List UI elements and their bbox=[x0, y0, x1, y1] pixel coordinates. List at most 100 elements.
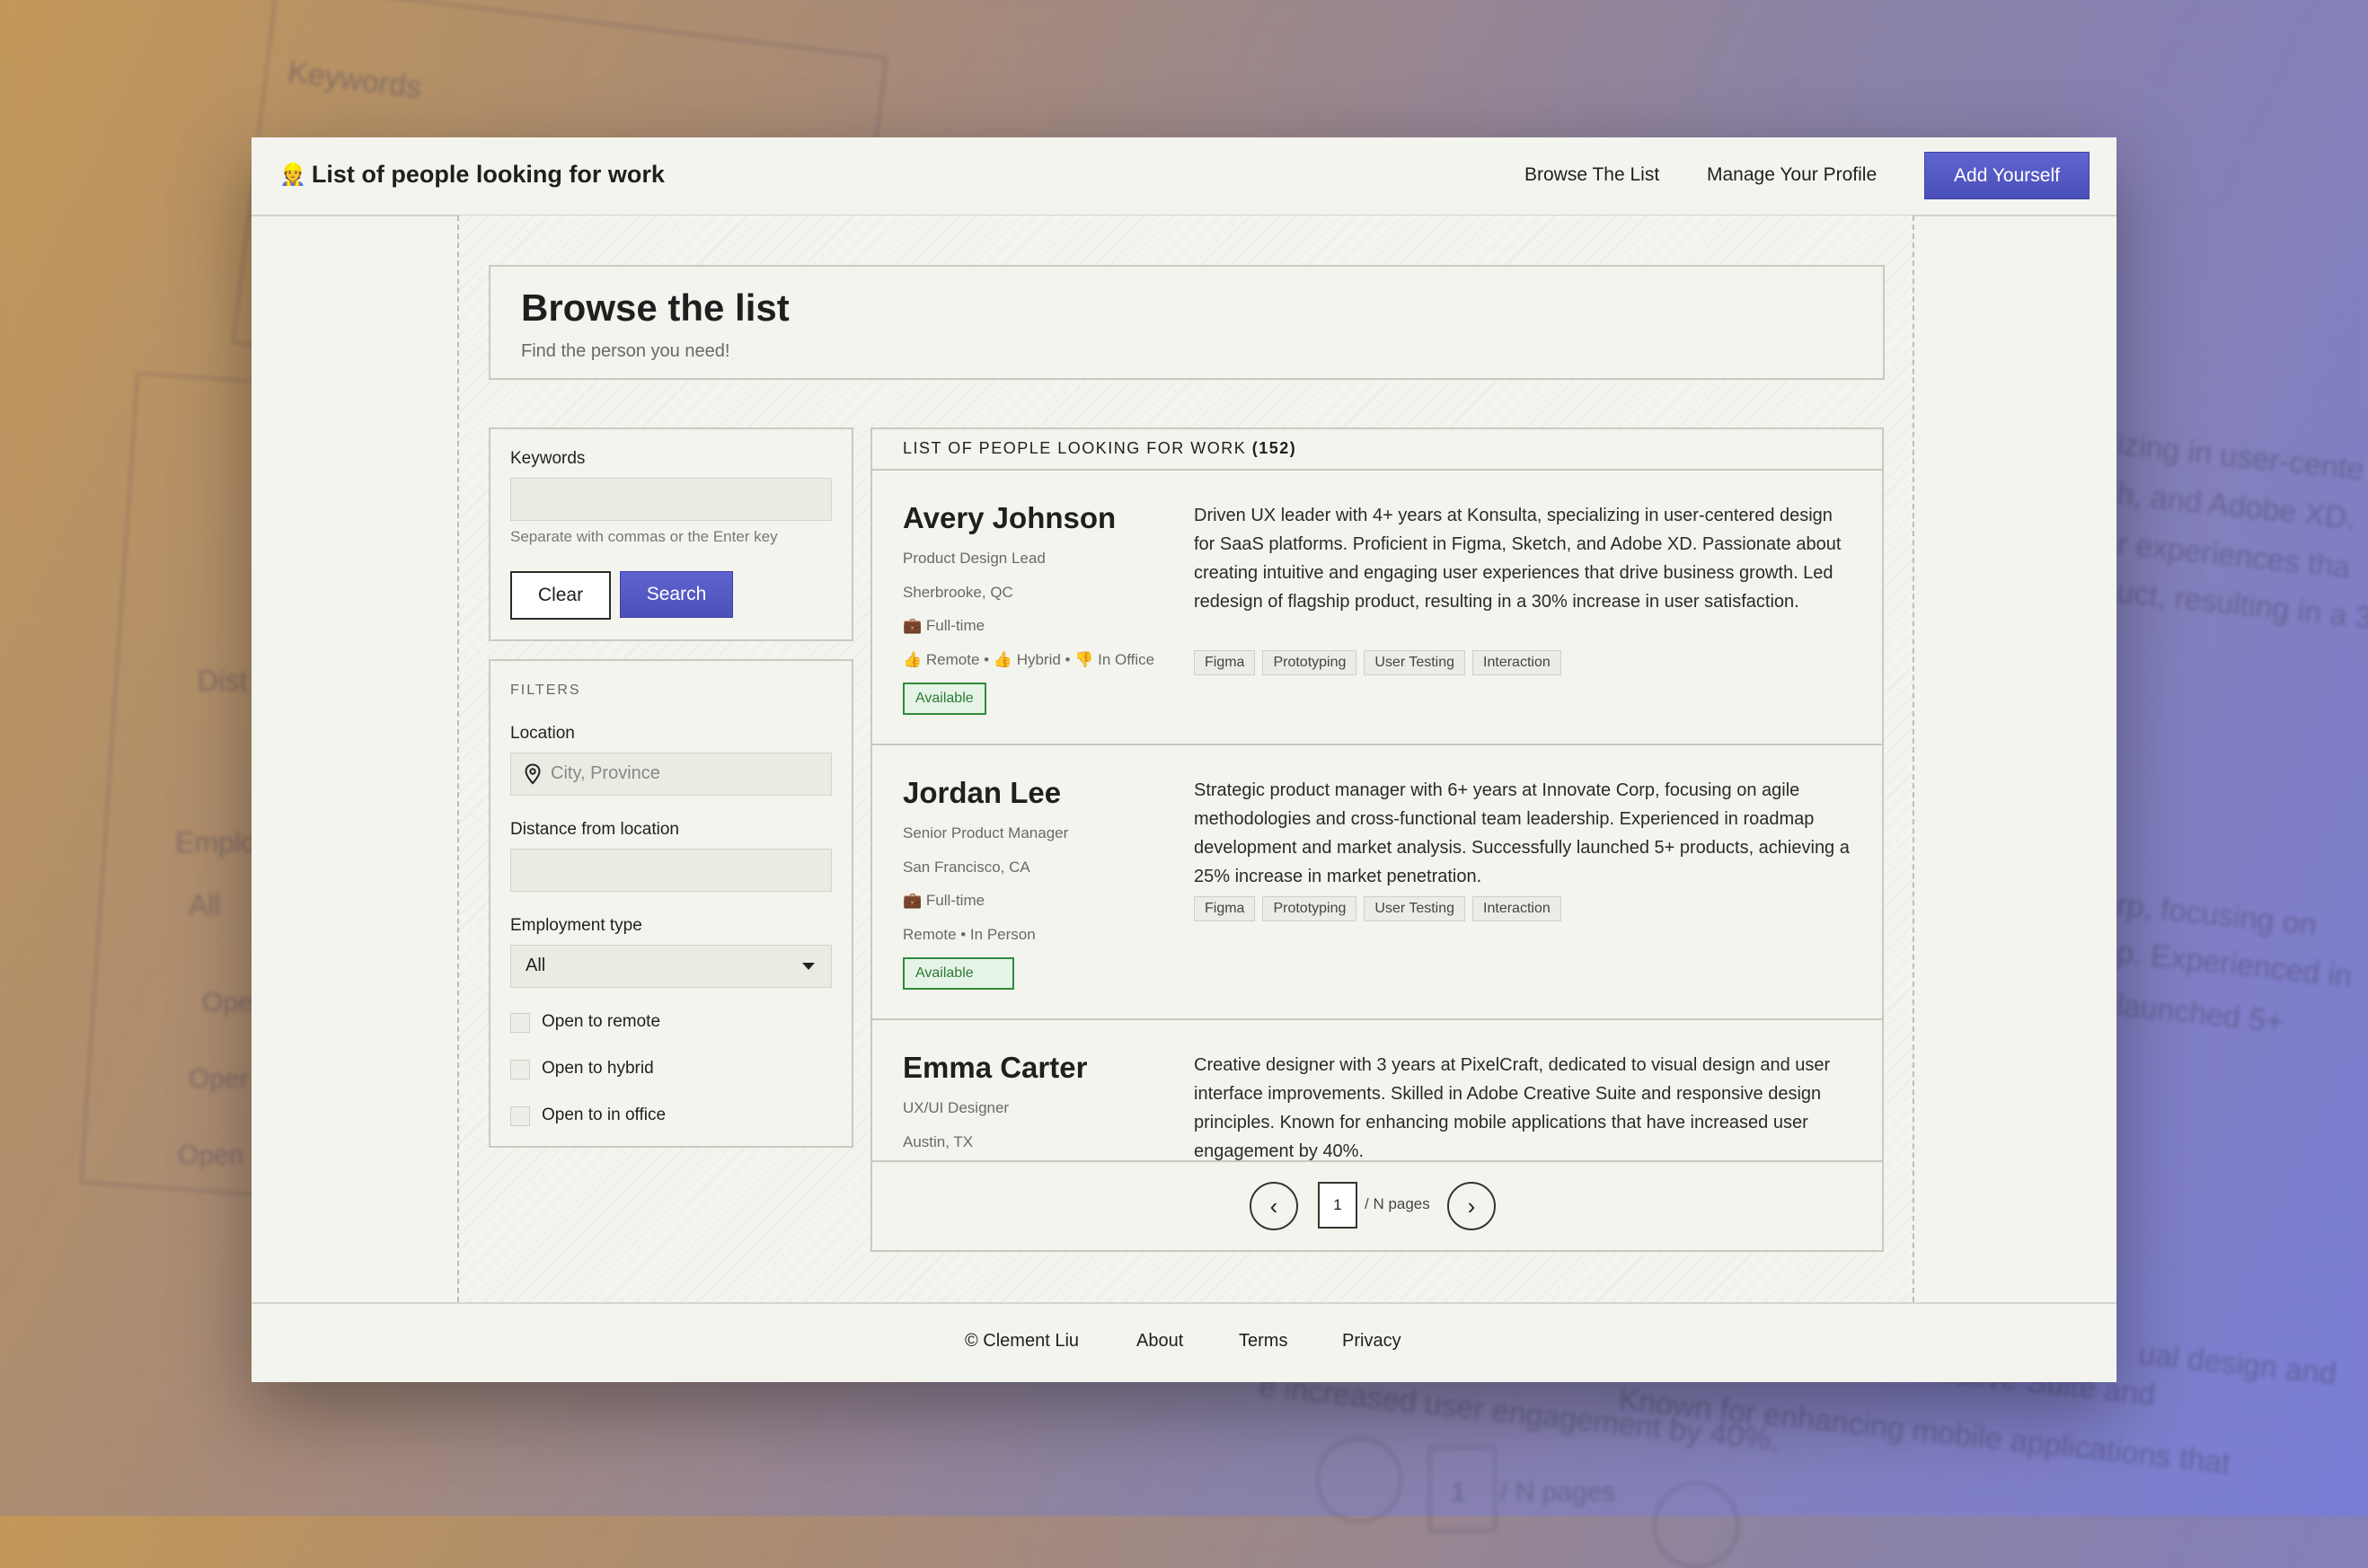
open-remote-checkbox[interactable] bbox=[510, 1013, 530, 1033]
person-name[interactable]: Avery Johnson bbox=[903, 501, 1116, 535]
person-location: Sherbrooke, QC bbox=[903, 584, 1013, 601]
distance-label: Distance from location bbox=[510, 820, 679, 839]
footer: © Clement Liu About Terms Privacy bbox=[252, 1302, 2116, 1382]
status-badge: Available bbox=[903, 957, 1014, 990]
skill-tag: User Testing bbox=[1364, 896, 1466, 921]
person-employment: 💼 Full-time bbox=[903, 617, 985, 634]
chevron-left-icon: ‹ bbox=[1269, 1192, 1278, 1220]
brand[interactable]: 👷 List of people looking for work bbox=[279, 161, 665, 189]
footer-about-link[interactable]: About bbox=[1136, 1331, 1183, 1352]
skill-tags: Figma Prototyping User Testing Interacti… bbox=[1194, 650, 1561, 675]
bg-frame bbox=[1428, 1446, 1497, 1532]
bg-text: rp, focusing on bbox=[2115, 887, 2319, 943]
skill-tag: Interaction bbox=[1472, 650, 1561, 675]
list-title-text: LIST OF PEOPLE LOOKING FOR WORK bbox=[903, 439, 1247, 457]
person-bio: Strategic product manager with 6+ years … bbox=[1194, 780, 1850, 886]
open-remote-label: Open to remote bbox=[542, 1012, 661, 1031]
next-page-button[interactable]: › bbox=[1447, 1182, 1496, 1230]
footer-terms-link[interactable]: Terms bbox=[1239, 1331, 1287, 1352]
bg-text: Dist bbox=[198, 665, 248, 697]
person-bio: Creative designer with 3 years at PixelC… bbox=[1194, 1055, 1831, 1160]
person-role: Product Design Lead bbox=[903, 550, 1046, 567]
person-location: San Francisco, CA bbox=[903, 859, 1030, 876]
bg-text: Known for enhancing mobile applications … bbox=[1616, 1382, 2232, 1481]
bg-text: uct, resulting in a 3 bbox=[2115, 575, 2368, 636]
skill-tag: Figma bbox=[1194, 650, 1256, 675]
caret-down-icon bbox=[802, 963, 815, 970]
list-title: LIST OF PEOPLE LOOKING FOR WORK (152) bbox=[903, 439, 1296, 458]
bg-text: 1 bbox=[1451, 1477, 1466, 1507]
person-card[interactable]: Emma Carter UX/UI Designer Austin, TX Cr… bbox=[872, 1020, 1882, 1160]
keywords-input[interactable] bbox=[510, 478, 832, 521]
employment-type-select[interactable]: All bbox=[510, 945, 832, 988]
employment-type-value: All bbox=[526, 956, 546, 975]
page-title: Browse the list bbox=[521, 286, 790, 329]
people-list[interactable]: Avery Johnson Product Design Lead Sherbr… bbox=[872, 471, 1882, 1160]
open-office-label: Open to in office bbox=[542, 1106, 667, 1124]
chevron-right-icon: › bbox=[1467, 1192, 1476, 1220]
skill-tag: Prototyping bbox=[1262, 896, 1357, 921]
add-yourself-button[interactable]: Add Yourself bbox=[1924, 152, 2090, 199]
skill-tag: Figma bbox=[1194, 896, 1256, 921]
top-nav: 👷 List of people looking for work Browse… bbox=[252, 137, 2116, 216]
person-employment: 💼 Full-time bbox=[903, 892, 985, 909]
location-label: Location bbox=[510, 724, 575, 743]
page-subtitle: Find the person you need! bbox=[521, 341, 730, 361]
person-name[interactable]: Jordan Lee bbox=[903, 776, 1061, 810]
location-input[interactable]: City, Province bbox=[510, 753, 832, 796]
location-placeholder: City, Province bbox=[551, 763, 660, 783]
nav-manage-profile[interactable]: Manage Your Profile bbox=[1707, 164, 1877, 186]
page-number-input[interactable]: 1 bbox=[1318, 1182, 1357, 1229]
employment-type-label: Employment type bbox=[510, 916, 642, 935]
skill-tag: User Testing bbox=[1364, 650, 1466, 675]
open-hybrid-checkbox[interactable] bbox=[510, 1060, 530, 1079]
bg-text: Ope bbox=[202, 988, 253, 1017]
bg-text: p. Experienced in bbox=[2115, 935, 2355, 994]
keywords-label: Keywords bbox=[510, 449, 586, 468]
pagination: ‹ 1 / N pages › bbox=[872, 1160, 1882, 1250]
page-heading: Browse the list Find the person you need… bbox=[489, 265, 1885, 380]
app-window: 👷 List of people looking for work Browse… bbox=[252, 137, 2116, 1382]
map-pin-icon bbox=[525, 763, 541, 785]
footer-copyright: © Clement Liu bbox=[965, 1331, 1080, 1351]
distance-input[interactable] bbox=[510, 849, 832, 892]
people-list-panel: LIST OF PEOPLE LOOKING FOR WORK (152) Av… bbox=[870, 427, 1884, 1252]
person-role: UX/UI Designer bbox=[903, 1099, 1010, 1116]
page-count: / N pages bbox=[1365, 1195, 1430, 1212]
search-panel: Keywords Separate with commas or the Ent… bbox=[489, 427, 853, 641]
list-header: LIST OF PEOPLE LOOKING FOR WORK (152) bbox=[872, 429, 1882, 471]
person-location: Austin, TX bbox=[903, 1133, 974, 1150]
clear-button[interactable]: Clear bbox=[510, 571, 611, 620]
main-content: Browse the list Find the person you need… bbox=[457, 216, 1914, 1302]
status-badge: Available bbox=[903, 683, 986, 715]
bg-text: All bbox=[189, 889, 221, 921]
bg-text: Emplo bbox=[175, 826, 257, 859]
bg-text: launched 5+ bbox=[2115, 988, 2285, 1040]
bg-frame bbox=[1653, 1482, 1739, 1568]
person-name[interactable]: Emma Carter bbox=[903, 1051, 1087, 1085]
person-work-mode: Remote • In Person bbox=[903, 926, 1036, 943]
person-card[interactable]: Avery Johnson Product Design Lead Sherbr… bbox=[872, 471, 1882, 745]
person-card[interactable]: Jordan Lee Senior Product Manager San Fr… bbox=[872, 745, 1882, 1020]
filters-title: FILTERS bbox=[510, 683, 581, 698]
bg-text: r experiences tha bbox=[2115, 526, 2353, 586]
bg-text: Oper bbox=[189, 1064, 249, 1094]
skill-tags: Figma Prototyping User Testing Interacti… bbox=[1194, 896, 1561, 921]
open-office-checkbox[interactable] bbox=[510, 1106, 530, 1126]
bg-text: izing in user-cente bbox=[2115, 427, 2366, 488]
person-bio: Driven UX leader with 4+ years at Konsul… bbox=[1194, 506, 1842, 612]
list-count: (152) bbox=[1251, 439, 1297, 457]
nav-browse[interactable]: Browse The List bbox=[1524, 164, 1659, 186]
bg-text: Keywords bbox=[286, 55, 424, 105]
skill-tag: Prototyping bbox=[1262, 650, 1357, 675]
search-button[interactable]: Search bbox=[620, 571, 733, 618]
bg-text: e increased user engagement by 40%. bbox=[1257, 1369, 1781, 1458]
brand-title: List of people looking for work bbox=[311, 161, 665, 188]
footer-privacy-link[interactable]: Privacy bbox=[1342, 1331, 1401, 1352]
bg-frame bbox=[1316, 1437, 1402, 1523]
worker-icon: 👷 bbox=[279, 163, 306, 187]
bg-text: ual design and bbox=[2136, 1336, 2338, 1392]
skill-tag: Interaction bbox=[1472, 896, 1561, 921]
bg-text: / N pages bbox=[1500, 1477, 1616, 1507]
prev-page-button[interactable]: ‹ bbox=[1250, 1182, 1298, 1230]
